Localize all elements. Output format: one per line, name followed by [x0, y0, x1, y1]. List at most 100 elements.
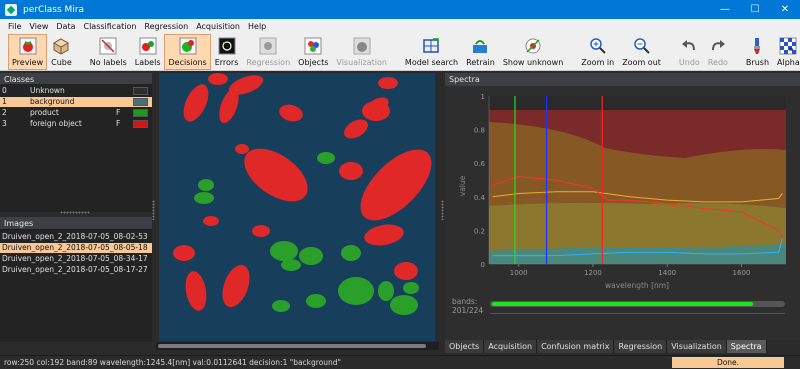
toolbar: Preview Cube No labels Labels Decisions [0, 33, 800, 71]
x-tick-label: 1000 [510, 269, 528, 277]
zoom-in-icon [589, 37, 607, 55]
menu-regression[interactable]: Regression [140, 22, 192, 31]
undo-icon [680, 37, 698, 55]
app-icon [5, 3, 17, 16]
bands-slider-fill[interactable] [492, 302, 753, 306]
bottom-tab-bar: Objects Acquisition Confusion matrix Reg… [445, 340, 800, 353]
minimize-button[interactable]: — [710, 0, 740, 19]
bands-ruler [490, 313, 785, 321]
y-tick-label: 0.2 [474, 227, 485, 235]
left-splitter-handle[interactable] [152, 200, 155, 220]
errors-button[interactable]: Errors [211, 34, 243, 70]
tab-visualization[interactable]: Visualization [667, 340, 727, 353]
y-axis-label: value [458, 175, 467, 196]
labels-button[interactable]: Labels [131, 34, 165, 70]
title-bar: perClass Mira — ☐ ✕ [0, 0, 800, 19]
image-list-item[interactable]: Druiven_open_2_2018-07-05_08-05-18 [0, 243, 152, 253]
retrain-button[interactable]: Retrain [462, 34, 499, 70]
menu-classification[interactable]: Classification [79, 22, 140, 31]
x-tick-label: 1600 [733, 269, 751, 277]
menu-acquisition[interactable]: Acquisition [192, 22, 244, 31]
cube-icon [52, 37, 70, 55]
menu-bar: File View Data Classification Regression… [0, 19, 800, 33]
y-tick-label: 0.8 [474, 127, 485, 135]
y-tick-label: 0.4 [474, 194, 486, 202]
preview-button[interactable]: Preview [8, 34, 48, 70]
image-horizontal-scrollbar[interactable] [156, 342, 439, 350]
bands-slider[interactable] [490, 301, 785, 307]
bands-label: bands: 201/224 [452, 297, 484, 315]
image-list-item[interactable]: Druiven_open_2_2018-07-05_08-17-27 [0, 265, 152, 275]
tab-acquisition[interactable]: Acquisition [484, 340, 538, 353]
class-color-swatch[interactable] [133, 120, 148, 128]
x-tick-label: 1400 [658, 269, 676, 277]
decision-image [156, 73, 440, 341]
retrain-icon [471, 37, 489, 55]
regression-button[interactable]: Regression [242, 34, 294, 70]
y-tick-label: 0 [481, 261, 485, 269]
redo-button[interactable]: Redo [704, 34, 732, 70]
y-tick-label: 1 [481, 93, 485, 101]
class-color-swatch[interactable] [133, 98, 148, 106]
menu-help[interactable]: Help [244, 22, 270, 31]
x-axis-label: wavelength [nm] [605, 281, 669, 290]
images-panel-header: Images [0, 217, 152, 230]
objects-icon [304, 37, 322, 55]
regression-icon [259, 37, 277, 55]
scrollbar-thumb[interactable] [158, 344, 426, 348]
menu-file[interactable]: File [4, 22, 25, 31]
zoom-in-button[interactable]: Zoom in [577, 34, 618, 70]
classes-title: Classes [4, 75, 35, 84]
class-row-foreign-object[interactable]: 3 foreign object F [0, 119, 152, 129]
status-bar: row:250 col:192 band:89 wavelength:1245.… [0, 355, 800, 369]
image-viewer[interactable] [156, 73, 440, 341]
spectra-chart[interactable]: 0 0.2 0.4 0.6 0.8 1 1000 1200 1400 1600 value wa… [445, 86, 800, 294]
objects-button[interactable]: Objects [294, 34, 332, 70]
tab-objects[interactable]: Objects [445, 340, 485, 353]
decisions-icon [179, 37, 197, 55]
images-list: Druiven_open_2_2018-07-05_08-02-53 Druiv… [0, 230, 152, 342]
decisions-button[interactable]: Decisions [164, 34, 211, 70]
class-color-swatch[interactable] [133, 109, 148, 117]
visualization-icon [353, 37, 371, 55]
class-row-unknown[interactable]: 0 Unknown [0, 86, 152, 96]
strawberry-icon [19, 37, 37, 55]
classes-list: 0 Unknown 1 background 2 product F 3 for… [0, 84, 152, 212]
no-labels-button[interactable]: No labels [86, 34, 131, 70]
visualization-button[interactable]: Visualization [332, 34, 391, 70]
show-unknown-button[interactable]: Show unknown [499, 34, 567, 70]
image-list-item[interactable]: Druiven_open_2_2018-07-05_08-34-17 [0, 254, 152, 264]
toolbar-overflow-button[interactable]: » [788, 45, 794, 55]
y-tick-label: 0.6 [474, 160, 486, 168]
class-row-background[interactable]: 1 background [0, 97, 152, 107]
status-done-indicator: Done. [672, 357, 784, 368]
right-splitter-handle[interactable] [441, 200, 444, 220]
labels-icon [139, 37, 157, 55]
cube-button[interactable]: Cube [47, 34, 76, 70]
no-labels-icon [99, 37, 117, 55]
maximize-button[interactable]: ☐ [740, 0, 770, 19]
menu-view[interactable]: View [25, 22, 52, 31]
brush-button[interactable]: Brush [742, 34, 773, 70]
menu-data[interactable]: Data [52, 22, 79, 31]
images-title: Images [4, 219, 34, 228]
undo-button[interactable]: Undo [675, 34, 704, 70]
zoom-out-button[interactable]: Zoom out [618, 34, 665, 70]
spectra-panel-header: Spectra [445, 73, 800, 86]
tab-regression[interactable]: Regression [614, 340, 668, 353]
class-row-product[interactable]: 2 product F [0, 108, 152, 118]
tab-confusion-matrix[interactable]: Confusion matrix [537, 340, 615, 353]
model-search-button[interactable]: Model search [401, 34, 462, 70]
model-search-icon [422, 37, 440, 55]
class-color-swatch[interactable] [133, 87, 148, 95]
spectra-title: Spectra [449, 75, 480, 84]
errors-icon [218, 37, 236, 55]
image-list-item[interactable]: Druiven_open_2_2018-07-05_08-02-53 [0, 232, 152, 242]
x-tick-label: 1200 [584, 269, 602, 277]
alpha-button[interactable]: Alpha [773, 34, 800, 70]
panel-splitter-handle[interactable] [60, 211, 90, 214]
close-button[interactable]: ✕ [770, 0, 800, 19]
status-text: row:250 col:192 band:89 wavelength:1245.… [4, 358, 342, 367]
redo-icon [709, 37, 727, 55]
tab-spectra[interactable]: Spectra [726, 340, 767, 353]
